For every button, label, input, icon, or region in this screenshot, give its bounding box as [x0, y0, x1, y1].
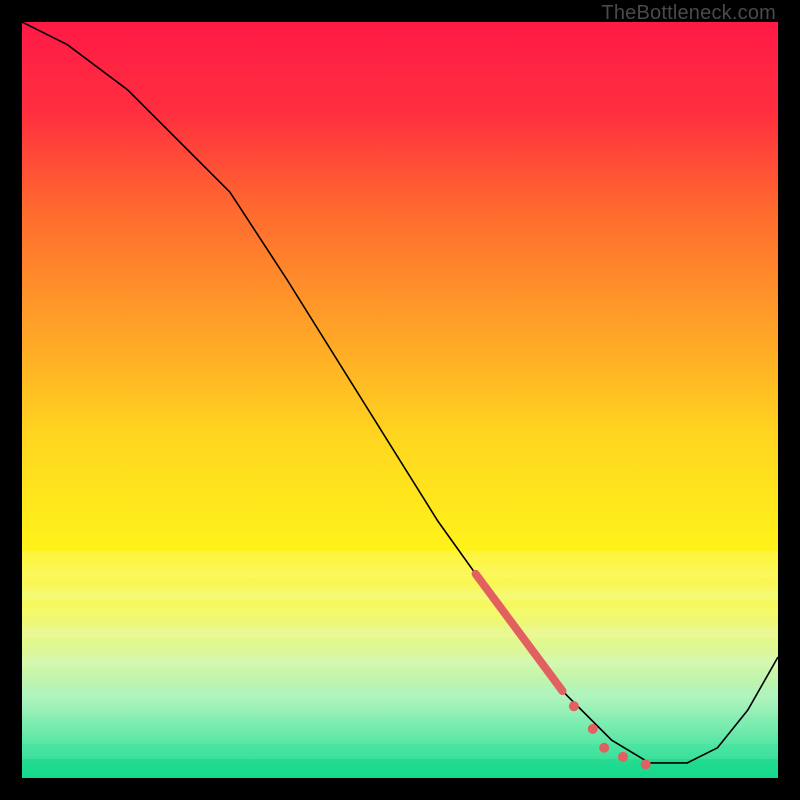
plot-area: [22, 22, 778, 778]
striation-bands: [22, 551, 778, 778]
chart-frame: TheBottleneck.com: [0, 0, 800, 800]
chart-svg: [22, 22, 778, 778]
